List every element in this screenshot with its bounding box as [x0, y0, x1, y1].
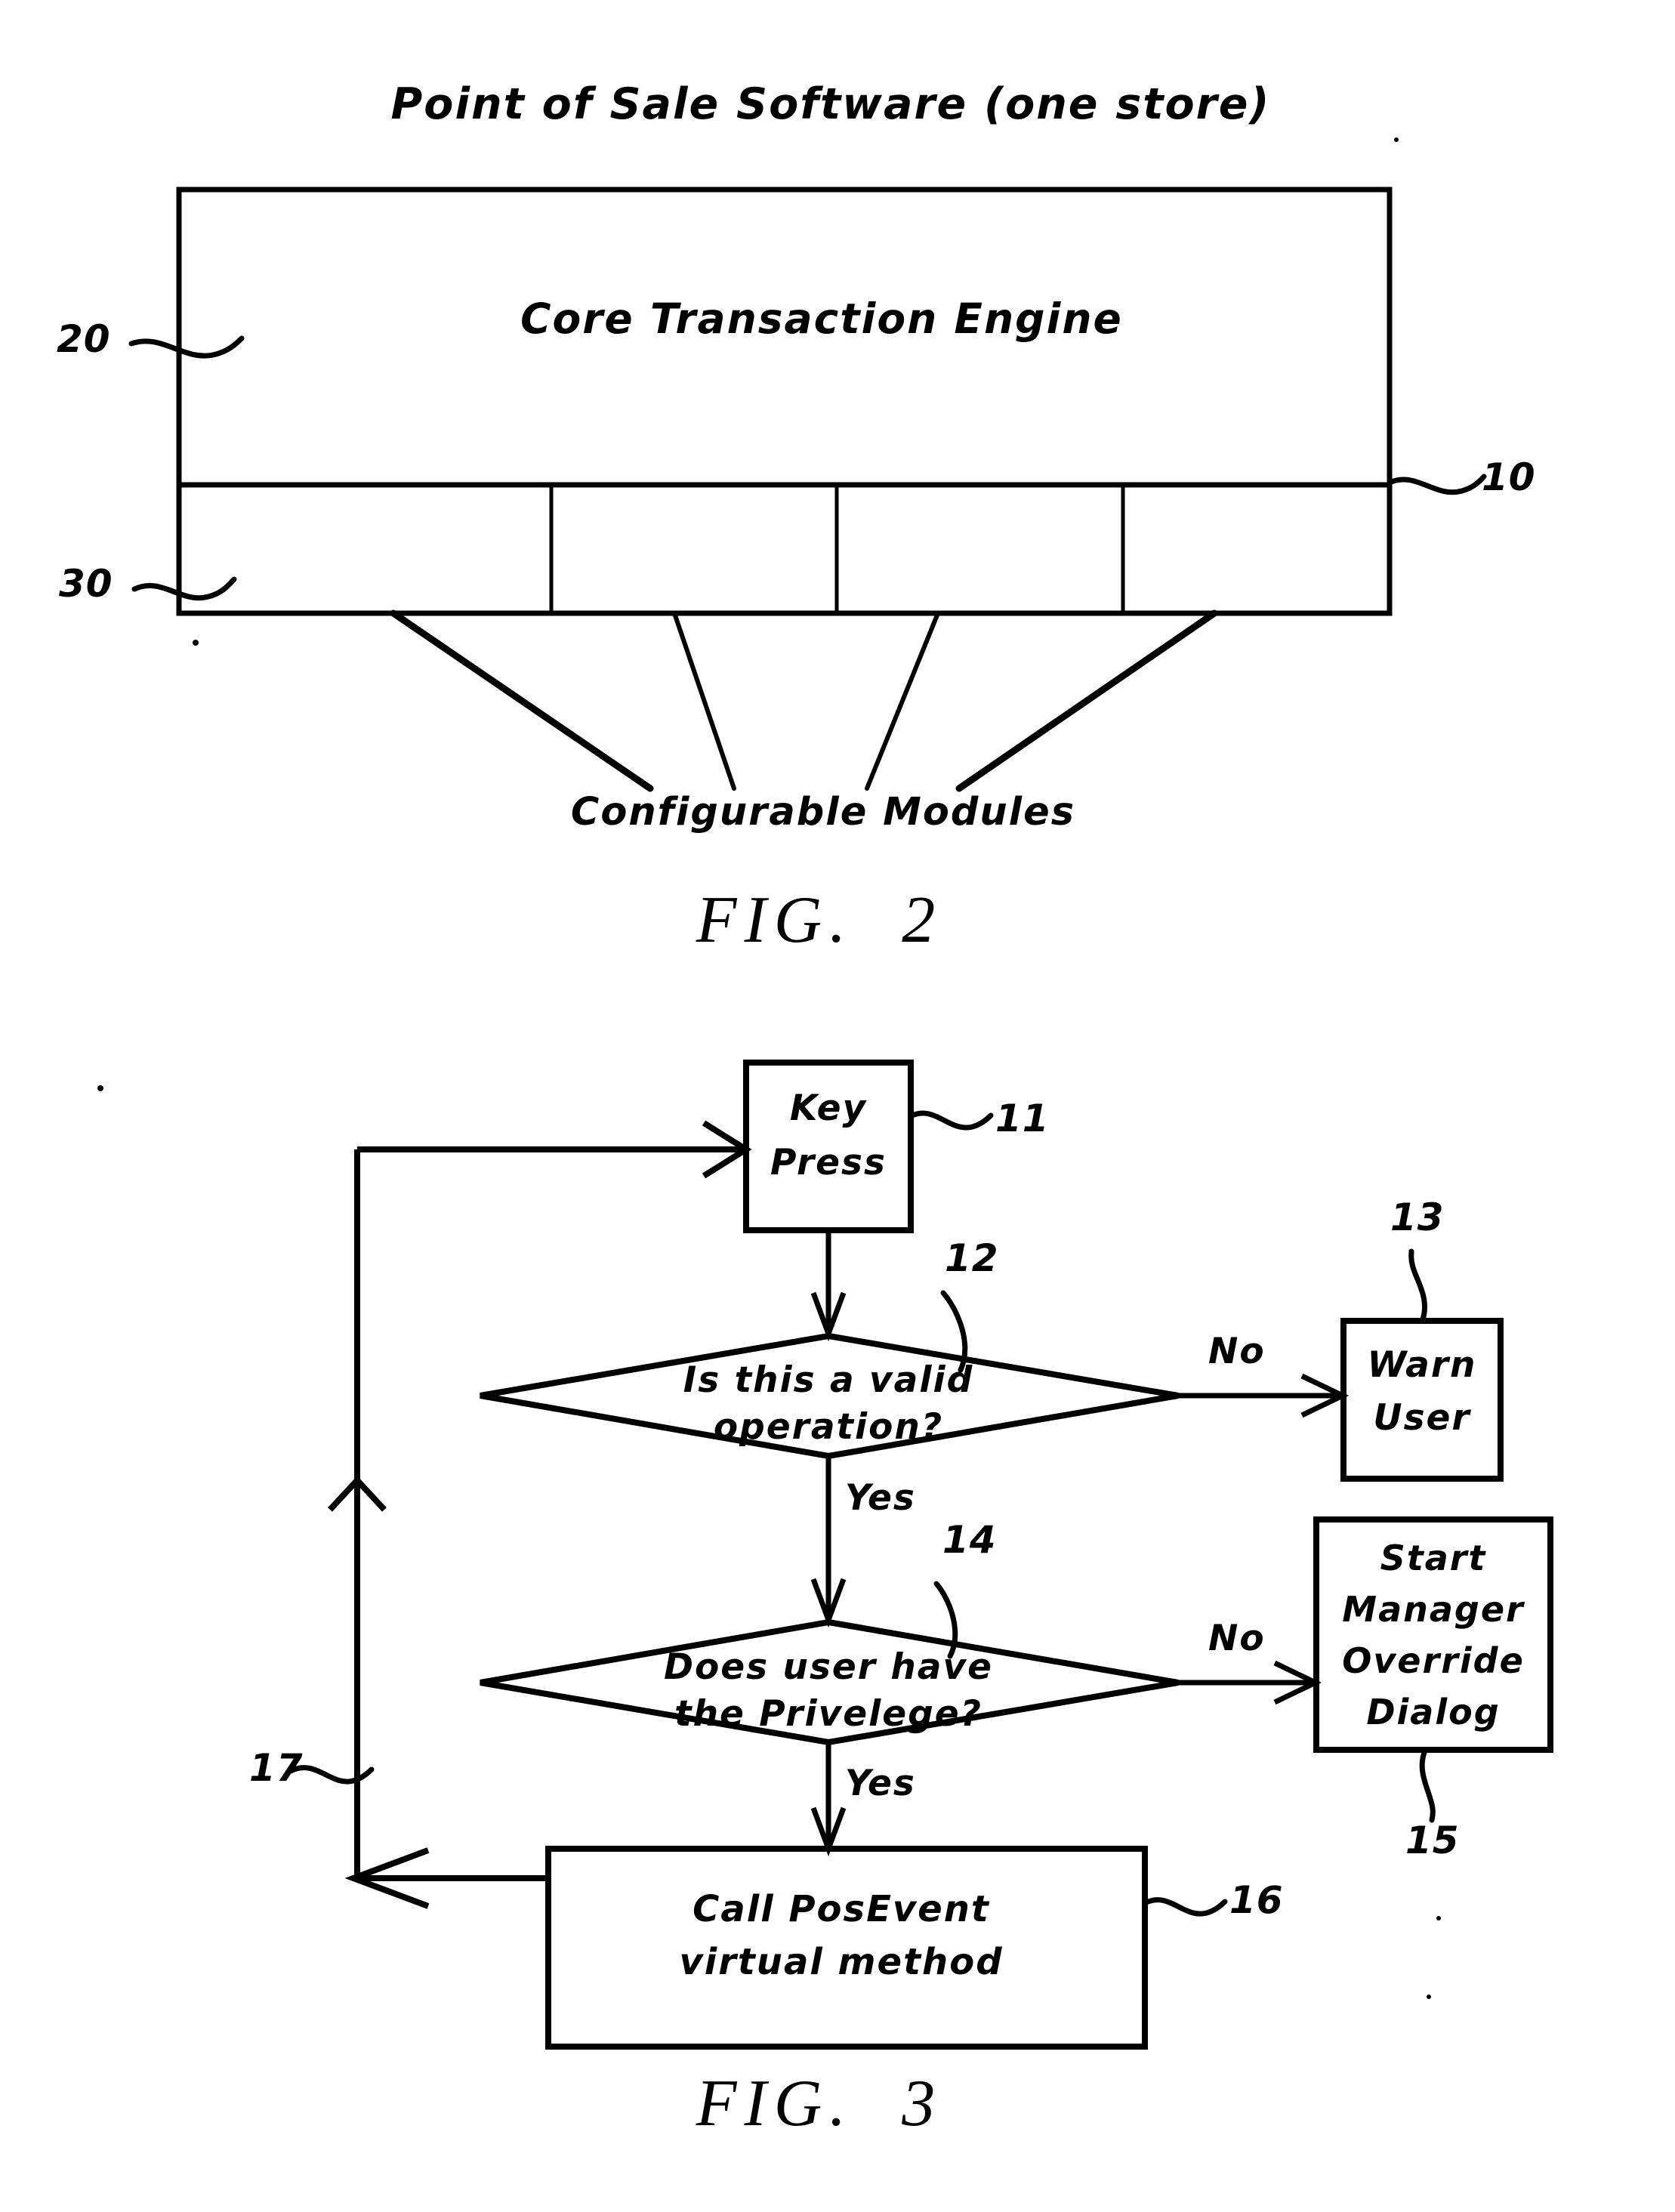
fig3-node-manager-override-line1: Start [1380, 1538, 1487, 1578]
fig2-module-leaders [390, 609, 1218, 792]
fig3-ref-14: 14 [942, 1518, 997, 1562]
fig2-ref-30: 30 [59, 562, 113, 606]
patent-drawing-sheet: Point of Sale Software (one store) Core … [0, 0, 1675, 2212]
fig3-node-valid-operation-line2: operation? [713, 1406, 944, 1448]
fig2-ref-20: 20 [57, 317, 111, 361]
fig3-node-privilege-line1: Does user have [663, 1646, 994, 1688]
fig3-node-call-posevent-line1: Call PosEvent [693, 1888, 990, 1930]
fig3-node-privilege-line2: the Privelege? [674, 1693, 982, 1735]
fig2-configurable-modules-caption: Configurable Modules [570, 790, 1076, 835]
fig3-edge-valid-no-to-warn [1178, 1373, 1350, 1418]
fig3-edge-label-valid-yes: Yes [845, 1477, 916, 1519]
fig3-ref-17: 17 [249, 1746, 304, 1790]
fig3-node-key-press-line2: Press [770, 1142, 887, 1183]
fig3-edge-keypress-to-valid [810, 1230, 847, 1342]
fig3-ref-13: 13 [1390, 1195, 1445, 1239]
fig3-node-manager-override-line2: Manager [1342, 1589, 1525, 1630]
fig3-ref-11: 11 [995, 1097, 1050, 1140]
fig3-node-valid-operation-line1: Is this a valid [683, 1359, 974, 1401]
fig3-caption: FIG. 3 [696, 2067, 943, 2140]
fig3-edge-loopback [328, 1120, 752, 1909]
fig3-edge-label-privilege-yes: Yes [845, 1763, 916, 1804]
fig3-edge-label-valid-no: No [1208, 1331, 1266, 1372]
fig3-node-manager-override-line4: Dialog [1366, 1692, 1501, 1732]
fig2-core-transaction-engine-label: Core Transaction Engine [520, 295, 1123, 343]
fig3-edge-label-privilege-no: No [1208, 1618, 1266, 1659]
fig2-ref-10: 10 [1482, 455, 1536, 499]
fig3-ref-12: 12 [945, 1236, 999, 1280]
fig3-node-warn-user-line2: User [1373, 1397, 1471, 1439]
fig3-ref-16: 16 [1229, 1878, 1284, 1922]
fig2-title: Point of Sale Software (one store) [390, 79, 1271, 129]
fig2-system-box [176, 187, 1393, 616]
fig2-leader-lines [128, 335, 1487, 601]
fig3-node-manager-override-line3: Override [1342, 1640, 1525, 1681]
fig3-node-call-posevent-line2: virtual method [679, 1941, 1004, 1983]
fig3-ref-15: 15 [1405, 1819, 1460, 1862]
fig3-node-warn-user-line1: Warn [1367, 1344, 1477, 1386]
fig3-node-key-press-line1: Key [789, 1087, 868, 1129]
fig3-edge-valid-yes-to-privilege [810, 1456, 847, 1628]
fig2-caption: FIG. 2 [696, 884, 943, 957]
fig3-edge-privilege-no-to-override [1178, 1660, 1322, 1705]
fig3-edge-privilege-yes-to-posevent [810, 1742, 847, 1857]
